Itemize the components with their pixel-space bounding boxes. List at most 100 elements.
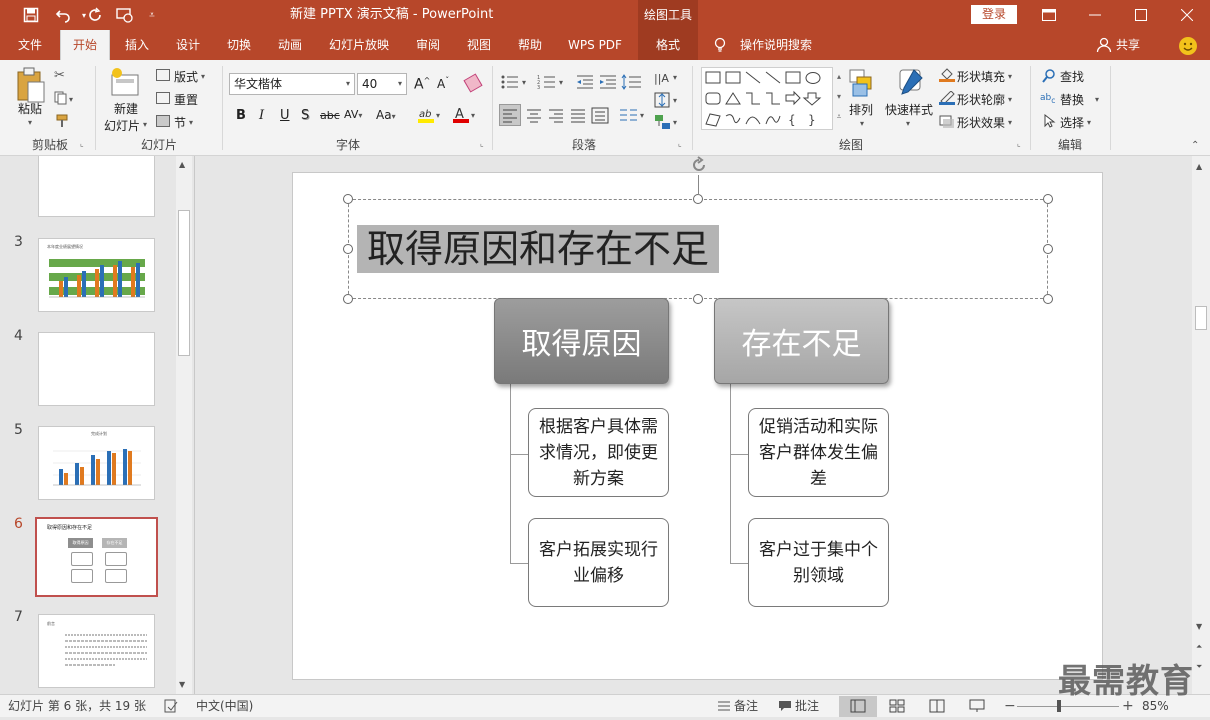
- line-spacing-icon[interactable]: [621, 74, 643, 90]
- clipboard-launcher-icon[interactable]: ⌞: [80, 139, 84, 148]
- tab-review[interactable]: 审阅: [406, 30, 450, 60]
- bullets-icon[interactable]: ▾: [500, 74, 536, 90]
- right-item-box[interactable]: 客户过于集中个别领域: [748, 518, 889, 607]
- resize-handle[interactable]: [1043, 194, 1053, 204]
- font-launcher-icon[interactable]: ⌞: [480, 139, 484, 148]
- tab-format[interactable]: 格式: [638, 30, 698, 60]
- align-center-icon[interactable]: [524, 105, 544, 125]
- redo-icon[interactable]: [84, 0, 106, 30]
- strikethrough-button[interactable]: abc: [320, 109, 340, 122]
- slideshow-icon[interactable]: [969, 699, 985, 713]
- resize-handle[interactable]: [1043, 294, 1053, 304]
- reset-button[interactable]: 重置: [174, 91, 198, 108]
- normal-view-icon[interactable]: [839, 696, 877, 717]
- font-name-select[interactable]: 华文楷体 ▾: [229, 73, 355, 95]
- char-spacing-button[interactable]: AV▾: [344, 108, 362, 121]
- format-painter-icon[interactable]: [54, 114, 70, 128]
- highlight-icon[interactable]: ab ▾: [417, 106, 445, 124]
- tab-file[interactable]: 文件: [8, 30, 52, 60]
- collapse-ribbon-icon[interactable]: ⌃: [1191, 140, 1199, 151]
- resize-handle[interactable]: [343, 294, 353, 304]
- left-header-box[interactable]: 取得原因: [494, 298, 669, 384]
- login-button[interactable]: 登录: [971, 5, 1017, 24]
- shapes-gallery[interactable]: {}: [701, 67, 833, 130]
- zoom-slider[interactable]: [1017, 706, 1119, 707]
- editor-scrollbar[interactable]: ▲ ▼ ⏶ ⏷: [1192, 156, 1210, 694]
- close-icon[interactable]: [1164, 0, 1210, 30]
- ribbon-display-icon[interactable]: [1026, 0, 1072, 30]
- font-color-icon[interactable]: A ▾: [452, 106, 480, 124]
- save-icon[interactable]: [14, 0, 48, 30]
- right-header-box[interactable]: 存在不足: [714, 298, 889, 384]
- resize-handle[interactable]: [693, 294, 703, 304]
- align-text-icon[interactable]: ▾: [653, 91, 681, 109]
- tab-help[interactable]: 帮助: [508, 30, 552, 60]
- slide-canvas[interactable]: 取得原因和存在不足 取得原因 存在不足 根据客户具体需求情况，即使更新方案 客户…: [292, 156, 1103, 680]
- italic-button[interactable]: I: [259, 108, 264, 123]
- paragraph-launcher-icon[interactable]: ⌞: [678, 139, 682, 148]
- scroll-thumb[interactable]: [1195, 306, 1207, 330]
- previous-slide-icon[interactable]: ⏶: [1196, 642, 1202, 652]
- slide-title[interactable]: 取得原因和存在不足: [357, 225, 720, 273]
- notes-button[interactable]: 备注: [734, 695, 758, 718]
- clear-format-icon[interactable]: [463, 73, 483, 93]
- justify-icon[interactable]: [568, 105, 588, 125]
- language-status[interactable]: 中文(中国): [196, 695, 253, 718]
- section-button[interactable]: 节 ▾: [174, 114, 193, 131]
- drawing-launcher-icon[interactable]: ⌞: [1017, 139, 1021, 148]
- scroll-up-icon[interactable]: ▲: [1196, 162, 1202, 171]
- left-item-box[interactable]: 客户拓展实现行业偏移: [528, 518, 669, 607]
- text-direction-icon[interactable]: ||A ▾: [653, 68, 681, 88]
- replace-button[interactable]: 替换 ▾: [1060, 91, 1099, 108]
- find-button[interactable]: 查找: [1060, 68, 1084, 85]
- slide-thumbnail-5[interactable]: 完成计划: [38, 426, 155, 500]
- scroll-down-icon[interactable]: ▼: [179, 680, 185, 689]
- font-size-select[interactable]: 40 ▾: [357, 73, 407, 95]
- slide-thumbnail-3[interactable]: 本年度业绩展望情况: [38, 238, 155, 312]
- slide-thumbnail-6-selected[interactable]: 取得原因和存在不足 取得原因 存在不足: [35, 517, 158, 597]
- new-slide-icon[interactable]: [109, 67, 141, 97]
- align-left-icon[interactable]: [499, 104, 521, 126]
- zoom-out-icon[interactable]: −: [1004, 695, 1016, 717]
- customize-toolbar-icon[interactable]: ⩡: [142, 0, 162, 30]
- smiley-icon[interactable]: [1179, 37, 1197, 55]
- resize-handle[interactable]: [343, 194, 353, 204]
- tab-home[interactable]: 开始: [60, 30, 110, 60]
- grow-font-icon[interactable]: A^: [414, 76, 430, 93]
- distributed-icon[interactable]: [590, 105, 610, 125]
- tab-slideshow[interactable]: 幻灯片放映: [322, 30, 396, 60]
- underline-button[interactable]: U: [280, 108, 290, 123]
- shrink-font-icon[interactable]: Aˇ: [437, 76, 449, 91]
- left-item-box[interactable]: 根据客户具体需求情况，即使更新方案: [528, 408, 669, 497]
- resize-handle[interactable]: [693, 194, 703, 204]
- search-hint[interactable]: 操作说明搜索: [740, 30, 812, 60]
- right-item-box[interactable]: 促销活动和实际客户群体发生偏差: [748, 408, 889, 497]
- minimize-icon[interactable]: [1072, 0, 1118, 30]
- rotate-handle-icon[interactable]: [689, 155, 709, 175]
- resize-handle[interactable]: [343, 244, 353, 254]
- select-button[interactable]: 选择 ▾: [1060, 114, 1091, 131]
- slide-thumbnail-4[interactable]: [38, 332, 155, 406]
- shape-effects-button[interactable]: 形状效果 ▾: [957, 114, 1012, 131]
- slide-thumbnail-7[interactable]: 前言: [38, 614, 155, 688]
- change-case-button[interactable]: Aa▾: [376, 108, 396, 122]
- reading-view-icon[interactable]: [929, 699, 945, 713]
- tab-insert[interactable]: 插入: [115, 30, 159, 60]
- convert-smartart-icon[interactable]: ▾: [653, 113, 681, 131]
- slide-thumbnail-2[interactable]: [38, 156, 155, 217]
- tab-design[interactable]: 设计: [166, 30, 210, 60]
- cut-icon[interactable]: ✂: [54, 68, 70, 83]
- thumbnail-scrollbar[interactable]: ▲ ▼: [176, 156, 192, 694]
- comments-button[interactable]: 批注: [795, 695, 819, 718]
- tab-view[interactable]: 视图: [457, 30, 501, 60]
- arrange-button[interactable]: 排列: [849, 101, 873, 118]
- increase-indent-icon[interactable]: [599, 74, 617, 90]
- new-slide-button[interactable]: 新建: [114, 100, 138, 117]
- numbering-icon[interactable]: 1 2 3 ▾: [537, 74, 573, 91]
- tab-wps-pdf[interactable]: WPS PDF: [562, 30, 628, 60]
- layout-button[interactable]: 版式 ▾: [174, 68, 205, 85]
- scroll-thumb[interactable]: [178, 210, 190, 356]
- scroll-down-icon[interactable]: ▼: [1196, 622, 1202, 631]
- title-placeholder[interactable]: 取得原因和存在不足: [348, 199, 1048, 299]
- next-slide-icon[interactable]: ⏷: [1196, 662, 1202, 672]
